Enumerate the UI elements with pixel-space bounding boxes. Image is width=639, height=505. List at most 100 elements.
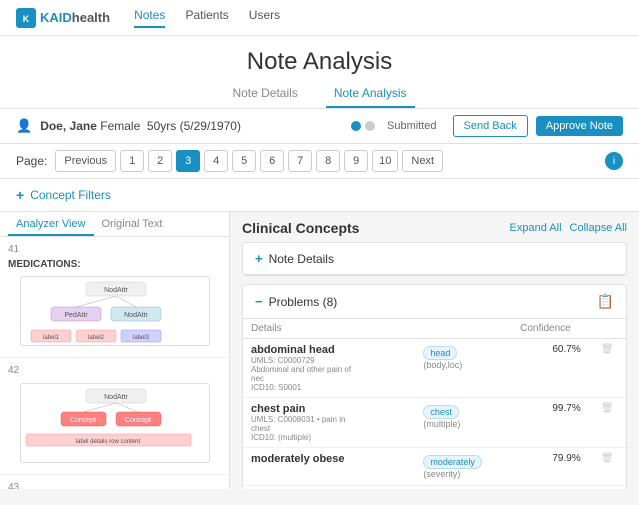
svg-text:label3: label3: [132, 335, 149, 341]
svg-text:Concept: Concept: [124, 417, 150, 424]
table-row: abdominal head UMLS: C0000729 Abdominal …: [243, 339, 626, 398]
dot-gray: [365, 121, 375, 131]
page-btn-2[interactable]: 2: [148, 150, 172, 172]
concept-filters-bar[interactable]: + Concept Filters: [0, 179, 639, 212]
page-btn-9[interactable]: 9: [344, 150, 368, 172]
svg-text:Concept: Concept: [69, 417, 95, 424]
nav-bar: K KAIDhealth Notes Patients Users: [0, 0, 639, 36]
svg-text:NodAttr: NodAttr: [104, 287, 128, 294]
delete-4[interactable]: 🗑: [589, 486, 626, 490]
concept-name-4: moderate discomfort UMLS: C0024029 • vis…: [243, 486, 415, 490]
problems-header[interactable]: − Problems (8) 📋: [243, 285, 626, 319]
problems-table: Details Confidence abdominal head UMLS: …: [243, 319, 626, 489]
tab-note-analysis[interactable]: Note Analysis: [326, 82, 415, 108]
svg-text:label details row content: label details row content: [75, 439, 140, 445]
diagram-svg-41: NodAttr PedAttr NodAttr label1 label2 la…: [20, 276, 210, 346]
expand-all-button[interactable]: Expand All: [510, 222, 562, 234]
svg-text:NodAttr: NodAttr: [104, 394, 128, 401]
nav-link-patients[interactable]: Patients: [185, 8, 228, 28]
note-details-toggle-icon: +: [255, 251, 263, 266]
send-back-button[interactable]: Send Back: [453, 115, 528, 137]
note-section-41: 41 MEDICATIONS: NodAttr PedAttr NodAttr …: [0, 237, 229, 358]
table-row: chest pain UMLS: C0008031 • pain in ches…: [243, 398, 626, 448]
nav-link-users[interactable]: Users: [249, 8, 280, 28]
page-btn-4[interactable]: 4: [204, 150, 228, 172]
table-row: moderately obese moderately (severity) 7…: [243, 448, 626, 486]
note-details-title: Note Details: [269, 252, 614, 266]
page-btn-3[interactable]: 3: [176, 150, 200, 172]
tab-analyzer-view[interactable]: Analyzer View: [8, 212, 94, 236]
diagram-41: NodAttr PedAttr NodAttr label1 label2 la…: [8, 276, 221, 349]
tab-original-text[interactable]: Original Text: [94, 212, 171, 236]
note-section-42: 42 NodAttr Concept Concept label details…: [0, 358, 229, 475]
concept-name-2: chest pain UMLS: C0008031 • pain in ches…: [243, 398, 415, 448]
logo-text: KAIDhealth: [40, 10, 110, 25]
page-label: Page:: [16, 154, 47, 168]
pagination-bar: Page: Previous 1 2 3 4 5 6 7 8 9 10 Next…: [0, 144, 639, 179]
page-title-area: Note Analysis: [0, 36, 639, 82]
delete-3[interactable]: 🗑: [589, 448, 626, 486]
col-details: Details: [243, 319, 415, 339]
diagram-svg-42: NodAttr Concept Concept label details ro…: [20, 383, 210, 463]
delete-2[interactable]: 🗑: [589, 398, 626, 448]
concept-tag-3: moderately (severity): [415, 448, 512, 486]
page-btn-1[interactable]: 1: [120, 150, 144, 172]
concept-tag-1: head (body,loc): [415, 339, 512, 398]
col-concepts: [415, 319, 512, 339]
page-title: Note Analysis: [0, 48, 639, 76]
clinical-concepts-header: Clinical Concepts Expand All Collapse Al…: [242, 212, 627, 242]
expand-collapse-controls: Expand All Collapse All: [510, 222, 627, 234]
page-btn-7[interactable]: 7: [288, 150, 312, 172]
copy-icon[interactable]: 📋: [597, 293, 614, 310]
patient-info: Doe, Jane Female 50yrs (5/29/1970): [40, 119, 343, 133]
col-actions: [589, 319, 626, 339]
left-tabs: Analyzer View Original Text: [0, 212, 229, 237]
note-section-43: 43 NodAttr Department Dosage Numeric % d…: [0, 475, 229, 489]
note-details-header[interactable]: + Note Details: [243, 243, 626, 275]
clinical-concepts-title: Clinical Concepts: [242, 220, 510, 236]
concept-name-1: abdominal head UMLS: C0000729 Abdominal …: [243, 339, 415, 398]
problems-card: − Problems (8) 📋 Details Confidence: [242, 284, 627, 489]
page-btn-8[interactable]: 8: [316, 150, 340, 172]
concept-tag-2: chest (multiple): [415, 398, 512, 448]
prev-button[interactable]: Previous: [55, 150, 116, 172]
page-btn-6[interactable]: 6: [260, 150, 284, 172]
page-btn-5[interactable]: 5: [232, 150, 256, 172]
dot-blue: [351, 121, 361, 131]
concept-tag-4: (anterior) moderate (severity): [415, 486, 512, 490]
confidence-3: 79.9%: [512, 448, 589, 486]
col-confidence: Confidence: [512, 319, 589, 339]
info-icon[interactable]: i: [605, 152, 623, 170]
nav-link-notes[interactable]: Notes: [134, 8, 165, 28]
problems-table-header: Details Confidence: [243, 319, 626, 339]
svg-text:label2: label2: [87, 335, 104, 341]
problems-toggle-icon: −: [255, 294, 263, 309]
problems-title: Problems (8): [269, 295, 597, 309]
collapse-all-button[interactable]: Collapse All: [570, 222, 627, 234]
approve-note-button[interactable]: Approve Note: [536, 116, 623, 136]
page-btn-10[interactable]: 10: [372, 150, 398, 172]
sub-tabs: Note Details Note Analysis: [0, 82, 639, 109]
concept-name-3: moderately obese: [243, 448, 415, 486]
confidence-1: 60.7%: [512, 339, 589, 398]
diagram-42: NodAttr Concept Concept label details ro…: [8, 383, 221, 466]
table-row: moderate discomfort UMLS: C0024029 • vis…: [243, 486, 626, 490]
status-dots: [351, 121, 375, 131]
status-label: Submitted: [387, 120, 437, 132]
main-content: Analyzer View Original Text 41 MEDICATIO…: [0, 212, 639, 489]
patient-bar: 👤 Doe, Jane Female 50yrs (5/29/1970) Sub…: [0, 109, 639, 144]
row-num-43: 43: [8, 479, 221, 489]
note-details-card: + Note Details: [242, 242, 627, 276]
next-button[interactable]: Next: [402, 150, 443, 172]
confidence-4: 95.2%: [512, 486, 589, 490]
concept-filters-label: Concept Filters: [30, 188, 111, 202]
plus-icon: +: [16, 187, 24, 203]
tab-note-details[interactable]: Note Details: [224, 82, 305, 108]
patient-icon: 👤: [16, 118, 32, 134]
note-label-41: MEDICATIONS:: [8, 258, 221, 272]
row-num-41: 41: [8, 241, 221, 258]
delete-1[interactable]: 🗑: [589, 339, 626, 398]
logo: K KAIDhealth: [16, 8, 110, 28]
svg-text:NodAttr: NodAttr: [124, 312, 148, 319]
svg-text:PedAttr: PedAttr: [64, 312, 88, 319]
